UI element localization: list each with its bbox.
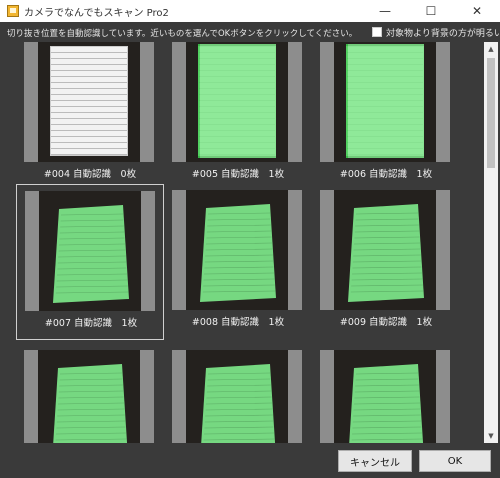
scan-preview-image — [24, 42, 154, 162]
scan-preview-image — [172, 42, 302, 162]
instruction-text: 切り抜き位置を自動認識しています。近いものを選んでOKボタンをクリックしてくださ… — [7, 29, 358, 39]
scan-preview-image — [172, 350, 302, 443]
thumbnail-cell[interactable] — [16, 344, 164, 443]
thumbnail-cell[interactable]: #009 自動認識 1枚 — [312, 184, 460, 340]
ok-button[interactable]: OK — [419, 450, 491, 472]
thumbnail-cell[interactable] — [312, 344, 460, 443]
instruction-row: 切り抜き位置を自動認識しています。近いものを選んでOKボタンをクリックしてくださ… — [0, 22, 500, 42]
thumbnail-caption: #007 自動認識 1枚 — [44, 318, 138, 329]
thumbnail-caption: #008 自動認識 1枚 — [191, 317, 285, 328]
scan-preview-image — [320, 190, 450, 310]
thumbnail-caption: #005 自動認識 1枚 — [191, 169, 285, 180]
scan-preview-image — [172, 190, 302, 310]
thumbnail-cell[interactable]: #008 自動認識 1枚 — [164, 184, 312, 340]
thumbnail-caption: #004 自動認識 0枚 — [43, 169, 137, 180]
thumbnail-grid: #004 自動認識 0枚 #005 自動認識 1枚 #006 自動認識 1枚 #007… — [16, 42, 482, 443]
window-title: カメラでなんでもスキャン Pro2 — [24, 7, 169, 19]
thumbnail-cell[interactable] — [164, 344, 312, 443]
scroll-down-icon[interactable]: ▼ — [484, 429, 498, 443]
scan-preview-image — [25, 191, 155, 311]
thumbnail-cell[interactable]: #004 自動認識 0枚 — [16, 42, 164, 192]
cancel-button[interactable]: キャンセル — [338, 450, 412, 472]
title-bar: カメラでなんでもスキャン Pro2 — ☐ ✕ — [0, 0, 500, 22]
scroll-thumb[interactable] — [487, 58, 495, 168]
maximize-button[interactable]: ☐ — [408, 0, 454, 22]
scan-preview-image — [24, 350, 154, 443]
scroll-up-icon[interactable]: ▲ — [484, 42, 498, 56]
background-brighter-label[interactable]: 対象物より背景の方が明るい — [386, 26, 500, 39]
thumbnail-cell[interactable]: #006 自動認識 1枚 — [312, 42, 460, 192]
thumbnail-cell[interactable]: #007 自動認識 1枚 — [16, 184, 164, 340]
thumbnail-caption: #006 自動認識 1枚 — [339, 169, 433, 180]
background-brighter-checkbox[interactable] — [372, 27, 382, 37]
vertical-scrollbar[interactable]: ▲ ▼ — [484, 42, 498, 443]
thumbnail-cell[interactable]: #005 自動認識 1枚 — [164, 42, 312, 192]
scan-preview-image — [320, 42, 450, 162]
scan-preview-image — [320, 350, 450, 443]
app-icon — [7, 5, 19, 17]
close-button[interactable]: ✕ — [454, 0, 500, 22]
minimize-button[interactable]: — — [362, 0, 408, 22]
thumbnail-caption: #009 自動認識 1枚 — [339, 317, 433, 328]
